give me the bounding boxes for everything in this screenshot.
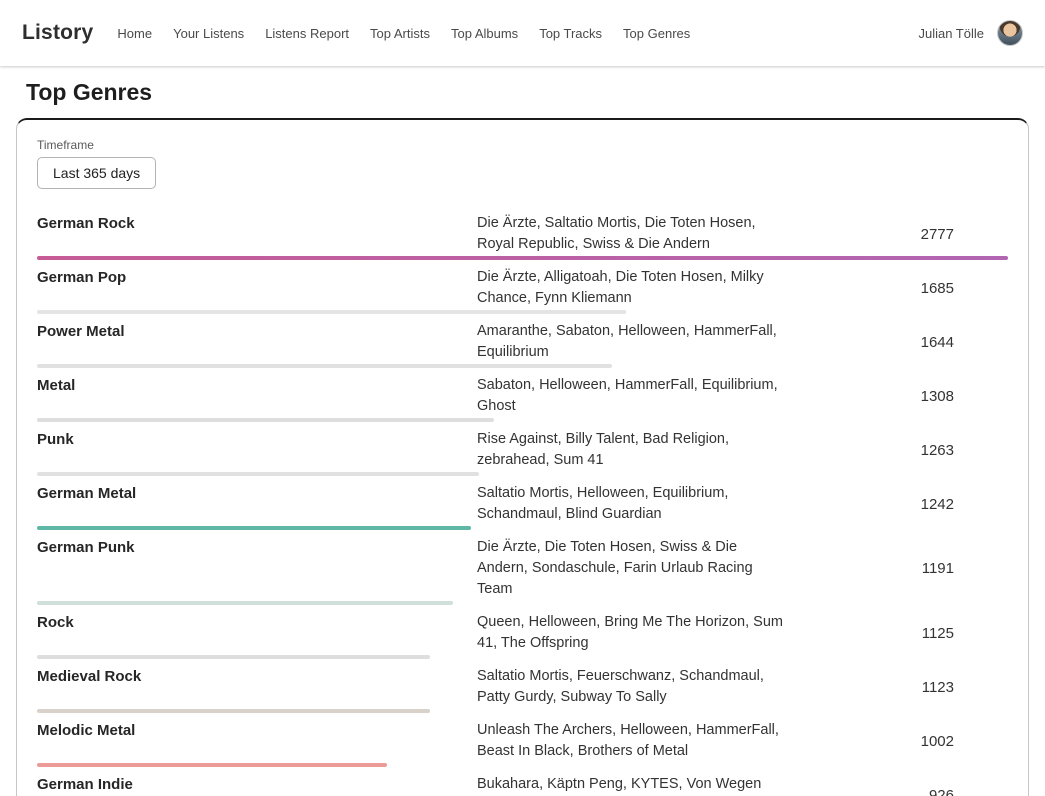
genre-row: Metal Sabaton, Helloween, HammerFall, Eq… xyxy=(37,368,1008,422)
timeframe-label: Timeframe xyxy=(37,138,1008,152)
main-nav: Home Your Listens Listens Report Top Artist… xyxy=(117,26,690,41)
genre-artists: Saltatio Mortis, Feuerschwanz, Schandmau… xyxy=(477,666,789,708)
genre-count: 1242 xyxy=(789,496,1008,513)
genre-name: Melodic Metal xyxy=(37,720,477,741)
genre-count: 1644 xyxy=(789,334,1008,351)
genre-name: Power Metal xyxy=(37,321,477,342)
user-name[interactable]: Julian Tölle xyxy=(918,26,984,41)
genre-artists: Rise Against, Billy Talent, Bad Religion… xyxy=(477,429,789,471)
genre-artists: Die Ärzte, Saltatio Mortis, Die Toten Ho… xyxy=(477,213,789,255)
nav-link-top-artists[interactable]: Top Artists xyxy=(370,26,430,41)
genre-count: 1308 xyxy=(789,388,1008,405)
genre-table: German Rock Die Ärzte, Saltatio Mortis, … xyxy=(37,206,1008,796)
top-navbar: Listory Home Your Listens Listens Report To… xyxy=(0,0,1045,66)
nav-link-top-tracks[interactable]: Top Tracks xyxy=(539,26,602,41)
user-area: Julian Tölle xyxy=(918,20,1023,46)
timeframe-select[interactable]: Last 365 days xyxy=(37,157,156,189)
genre-artists: Sabaton, Helloween, HammerFall, Equilibr… xyxy=(477,375,789,417)
genre-count: 1685 xyxy=(789,280,1008,297)
genre-artists: Saltatio Mortis, Helloween, Equilibrium,… xyxy=(477,483,789,525)
genre-name: Medieval Rock xyxy=(37,666,477,687)
genre-artists: Queen, Helloween, Bring Me The Horizon, … xyxy=(477,612,789,654)
genre-row: German Punk Die Ärzte, Die Toten Hosen, … xyxy=(37,530,1008,605)
genre-count: 1123 xyxy=(789,679,1008,696)
nav-link-top-albums[interactable]: Top Albums xyxy=(451,26,518,41)
nav-link-top-genres[interactable]: Top Genres xyxy=(623,26,690,41)
genre-artists: Bukahara, Käptn Peng, KYTES, Von Wegen L… xyxy=(477,774,789,796)
genre-count: 2777 xyxy=(789,226,1008,243)
user-avatar[interactable] xyxy=(997,20,1023,46)
genre-row: Melodic Metal Unleash The Archers, Hello… xyxy=(37,713,1008,767)
genre-name: Metal xyxy=(37,375,477,396)
nav-link-listens-report[interactable]: Listens Report xyxy=(265,26,349,41)
genre-count: 1002 xyxy=(789,733,1008,750)
genre-name: German Metal xyxy=(37,483,477,504)
genre-row: German Rock Die Ärzte, Saltatio Mortis, … xyxy=(37,206,1008,260)
nav-link-home[interactable]: Home xyxy=(117,26,152,41)
genre-count: 1191 xyxy=(789,560,1008,577)
genre-row: Punk Rise Against, Billy Talent, Bad Rel… xyxy=(37,422,1008,476)
page-title: Top Genres xyxy=(26,79,1045,106)
nav-link-your-listens[interactable]: Your Listens xyxy=(173,26,244,41)
genre-artists: Amaranthe, Sabaton, Helloween, HammerFal… xyxy=(477,321,789,363)
genre-name: German Rock xyxy=(37,213,477,234)
genre-count: 1125 xyxy=(789,625,1008,642)
genre-artists: Unleash The Archers, Helloween, HammerFa… xyxy=(477,720,789,762)
genre-count: 1263 xyxy=(789,442,1008,459)
genre-row: German Pop Die Ärzte, Alligatoah, Die To… xyxy=(37,260,1008,314)
genre-name: Punk xyxy=(37,429,477,450)
genre-row: German Indie Bukahara, Käptn Peng, KYTES… xyxy=(37,767,1008,796)
top-genres-card: Timeframe Last 365 days German Rock Die … xyxy=(16,118,1029,796)
genre-name: German Indie xyxy=(37,774,477,795)
genre-name: German Punk xyxy=(37,537,477,558)
genre-name: Rock xyxy=(37,612,477,633)
genre-count: 926 xyxy=(789,787,1008,796)
genre-row: German Metal Saltatio Mortis, Helloween,… xyxy=(37,476,1008,530)
genre-artists: Die Ärzte, Alligatoah, Die Toten Hosen, … xyxy=(477,267,789,309)
genre-row: Power Metal Amaranthe, Sabaton, Hellowee… xyxy=(37,314,1008,368)
app-logo[interactable]: Listory xyxy=(22,21,93,45)
genre-artists: Die Ärzte, Die Toten Hosen, Swiss & Die … xyxy=(477,537,789,600)
genre-row: Rock Queen, Helloween, Bring Me The Hori… xyxy=(37,605,1008,659)
genre-name: German Pop xyxy=(37,267,477,288)
genre-row: Medieval Rock Saltatio Mortis, Feuerschw… xyxy=(37,659,1008,713)
